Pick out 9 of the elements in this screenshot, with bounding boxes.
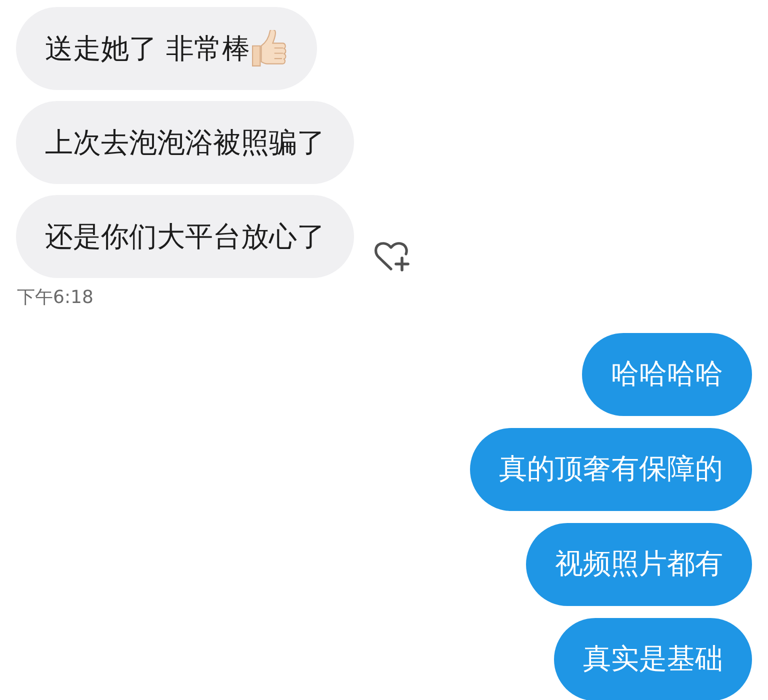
message-text: 上次去泡泡浴被照骗了 [45, 126, 325, 160]
message-text: 真的顶奢有保障的 [499, 452, 723, 486]
message-text: 真实是基础 [583, 642, 723, 676]
message-text: 视频照片都有 [555, 547, 723, 581]
message-text: 还是你们大平台放心了 [45, 220, 325, 254]
heart-plus-icon[interactable] [374, 241, 410, 272]
message-time: 下午6:18 [17, 287, 94, 309]
message-text: 送走她了 非常棒 [45, 32, 250, 66]
message-text: 哈哈哈哈 [611, 357, 723, 391]
